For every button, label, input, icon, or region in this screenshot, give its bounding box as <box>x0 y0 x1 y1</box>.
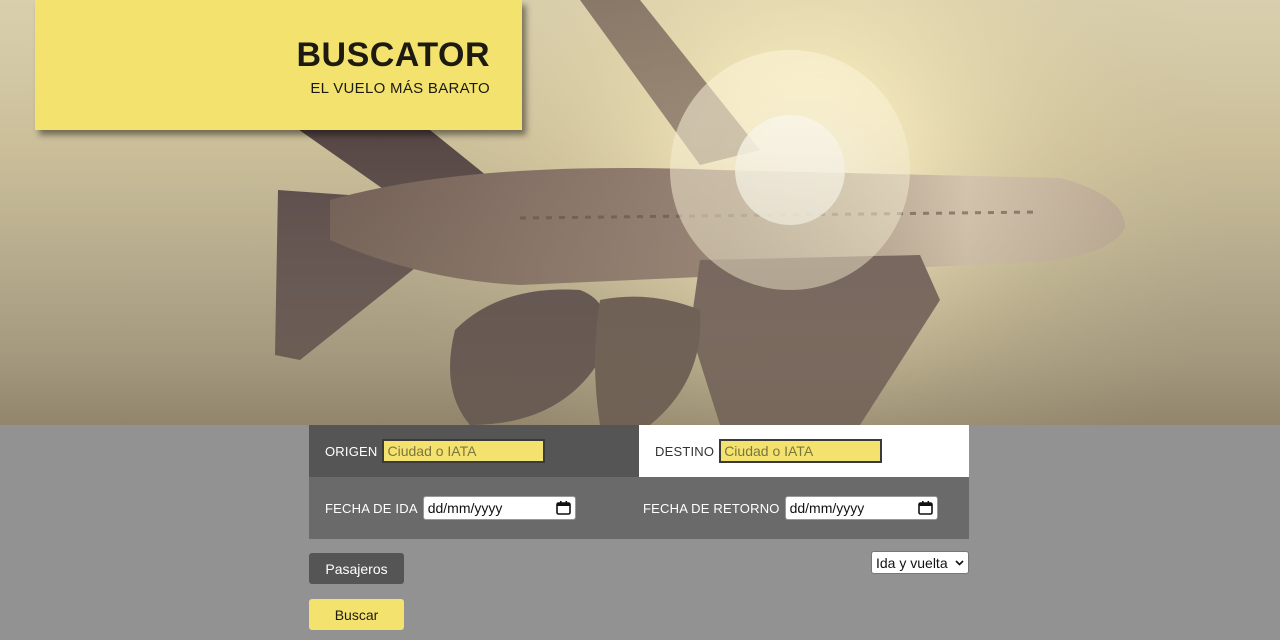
calendar-icon[interactable] <box>555 501 571 515</box>
departure-date-value: dd/mm/yyyy <box>427 500 503 516</box>
departure-date-group: FECHA DE IDA dd/mm/yyyy <box>309 496 643 520</box>
return-date-group: FECHA DE RETORNO dd/mm/yyyy <box>643 496 938 520</box>
return-date-label: FECHA DE RETORNO <box>643 500 780 516</box>
chevron-down-icon <box>955 559 964 566</box>
hero-banner: BUSCATOR EL VUELO MÁS BARATO <box>0 0 1280 425</box>
search-button[interactable]: Buscar <box>309 599 404 630</box>
passengers-button[interactable]: Pasajeros <box>309 553 404 584</box>
destination-input[interactable] <box>719 439 883 463</box>
destination-field-group: DESTINO <box>639 425 969 477</box>
brand-card: BUSCATOR EL VUELO MÁS BARATO <box>35 0 522 130</box>
return-date-value: dd/mm/yyyy <box>789 500 865 516</box>
dates-row: FECHA DE IDA dd/mm/yyyy FECHA DE RETORNO… <box>309 477 969 539</box>
departure-date-label: FECHA DE IDA <box>325 500 418 516</box>
return-date-input[interactable]: dd/mm/yyyy <box>784 496 938 520</box>
origin-field-group: ORIGEN <box>309 425 639 477</box>
flight-search-form: ORIGEN DESTINO FECHA DE IDA dd/mm/yyyy F… <box>309 425 969 639</box>
trip-type-value: Ida y vuelta <box>876 554 948 571</box>
actions-row: Pasajeros Ida y vuelta Buscar <box>309 539 969 639</box>
site-title: BUSCATOR <box>296 36 490 74</box>
origin-label: ORIGEN <box>325 443 378 459</box>
route-row: ORIGEN DESTINO <box>309 425 969 477</box>
departure-date-input[interactable]: dd/mm/yyyy <box>422 496 576 520</box>
site-subtitle: EL VUELO MÁS BARATO <box>310 80 490 97</box>
origin-input[interactable] <box>382 439 546 463</box>
trip-type-select[interactable]: Ida y vuelta <box>871 551 969 574</box>
calendar-icon[interactable] <box>917 501 933 515</box>
destination-label: DESTINO <box>655 443 715 459</box>
